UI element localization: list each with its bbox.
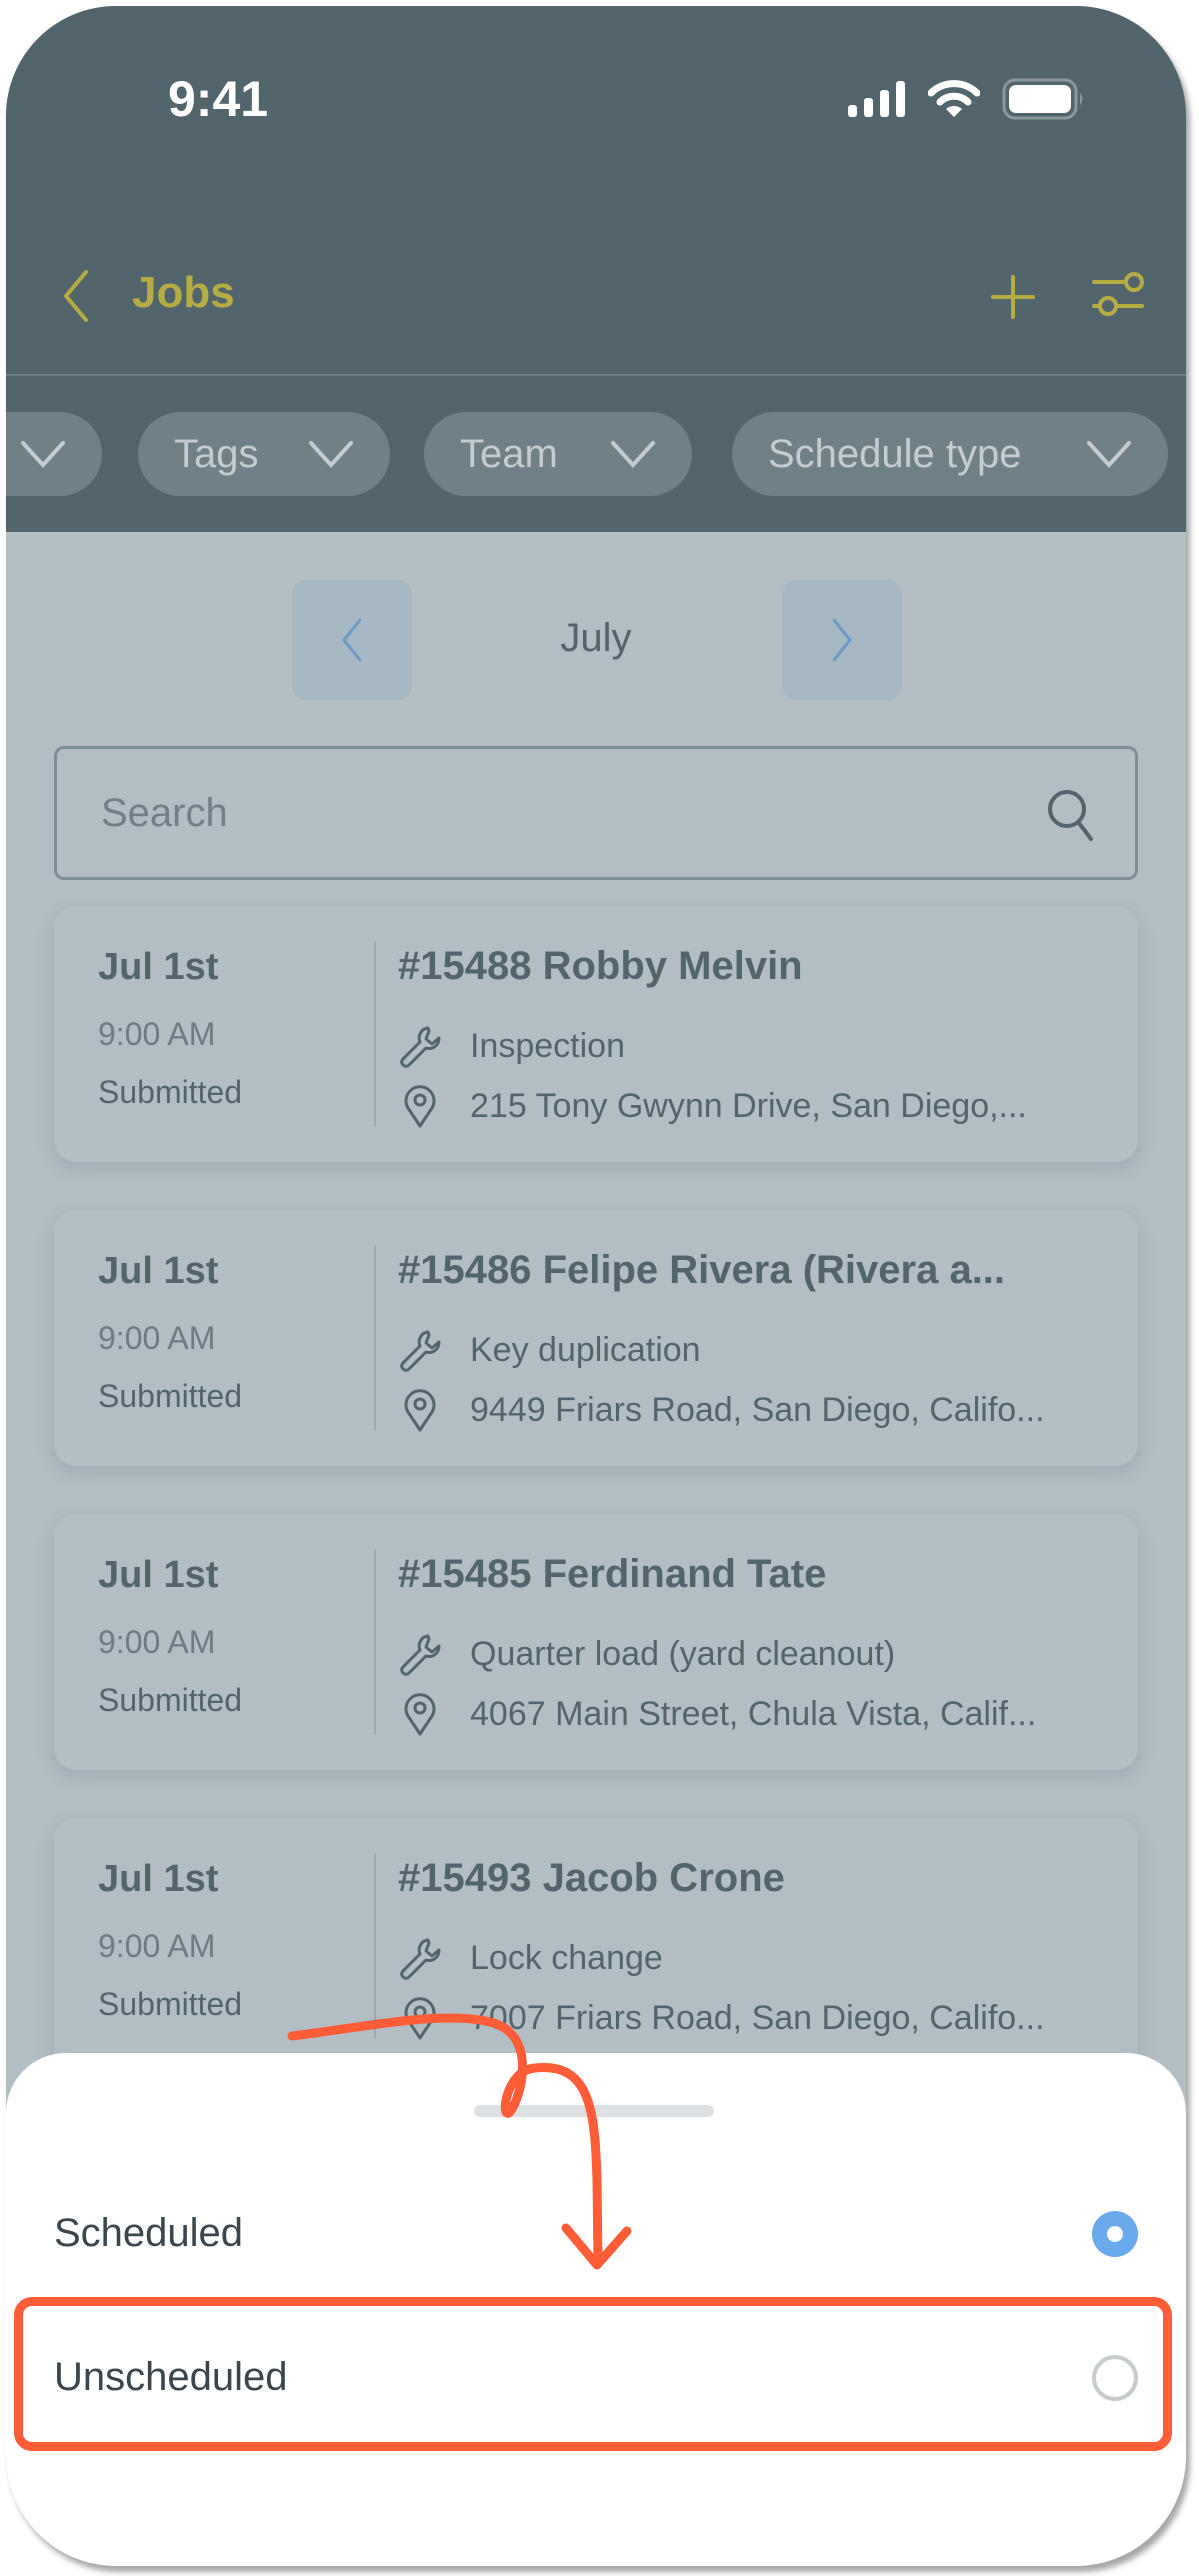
cellular-signal-icon [848,81,905,117]
job-title: #15488 Robby Melvin [398,944,803,988]
chevron-right-icon [832,618,852,662]
job-time: 9:00 AM [98,1624,216,1660]
job-address: 7007 Friars Road, San Diego, Califo... [470,1998,1045,2037]
chip-label: Team [460,431,558,476]
next-month-button[interactable] [782,580,902,700]
job-card[interactable]: Jul 1st 9:00 AM Submitted #15493 Jacob C… [54,1818,1138,2074]
chip-label: Tags [174,431,259,476]
job-card[interactable]: Jul 1st 9:00 AM Submitted #15486 Felipe … [54,1210,1138,1466]
job-service: Quarter load (yard cleanout) [470,1634,896,1673]
schedule-type-sheet: Scheduled Unscheduled [6,2053,1186,2566]
location-pin-icon [404,1693,436,1736]
chip-label: Schedule type [768,431,1022,476]
wrench-icon [400,1330,441,1372]
job-address: 9449 Friars Road, San Diego, Califo... [470,1390,1045,1429]
search-icon[interactable] [1045,787,1097,843]
wrench-icon [400,1634,441,1676]
job-date: Jul 1st [98,1554,219,1596]
nav-bar: Jobs [6,246,1186,346]
search-input[interactable] [101,749,1001,877]
sheet-drag-handle[interactable] [474,2105,714,2117]
card-divider [374,1854,376,2038]
filter-chip-tags[interactable]: Tags [138,412,390,496]
filter-chip-partial[interactable] [6,412,102,496]
battery-icon [1002,78,1083,120]
page-title: Jobs [132,268,235,317]
option-label: Unscheduled [54,2355,288,2399]
search-box [54,746,1138,880]
card-divider [374,1246,376,1430]
job-status: Submitted [98,1074,243,1110]
job-date: Jul 1st [98,1250,219,1292]
option-scheduled[interactable]: Scheduled [6,2163,1186,2303]
job-card[interactable]: Jul 1st 9:00 AM Submitted #15488 Robby M… [54,906,1138,1162]
job-time: 9:00 AM [98,1928,216,1964]
status-time: 9:41 [168,71,269,127]
job-address: 215 Tony Gwynn Drive, San Diego,... [470,1086,1027,1125]
wrench-icon [400,1938,441,1980]
card-divider [374,942,376,1126]
job-status: Submitted [98,1682,243,1718]
radio-unselected[interactable] [1092,2355,1138,2401]
location-pin-icon [404,1389,436,1432]
option-unscheduled[interactable]: Unscheduled [6,2307,1186,2447]
location-pin-icon [404,1997,436,2040]
wifi-icon [928,80,980,117]
filter-settings-button[interactable] [1090,268,1146,324]
filter-chips: Tags Team Schedule type [6,412,1186,496]
wrench-icon [400,1026,441,1068]
chevron-down-icon [1087,441,1131,468]
option-label: Scheduled [54,2211,244,2255]
header-divider [6,374,1186,376]
job-title: #15493 Jacob Crone [398,1856,785,1900]
job-date: Jul 1st [98,1858,219,1900]
job-title: #15485 Ferdinand Tate [398,1552,827,1596]
job-card[interactable]: Jul 1st 9:00 AM Submitted #15485 Ferdina… [54,1514,1138,1770]
job-time: 9:00 AM [98,1016,216,1052]
add-job-button[interactable] [990,274,1036,320]
month-navigator: July [6,580,1186,700]
filter-chip-schedule-type[interactable]: Schedule type [732,412,1168,496]
job-service: Key duplication [470,1330,701,1369]
app-header: 9:41 Jobs Tags Team Schedule type [6,6,1186,532]
chevron-down-icon [611,441,655,468]
job-time: 9:00 AM [98,1320,216,1356]
back-button[interactable] [56,268,96,324]
card-divider [374,1550,376,1734]
chevron-down-icon [21,441,65,468]
radio-selected[interactable] [1092,2211,1138,2257]
filter-chip-team[interactable]: Team [424,412,692,496]
chevron-down-icon [309,441,353,468]
month-label: July [560,616,632,660]
job-service: Inspection [470,1026,625,1065]
location-pin-icon [404,1085,436,1128]
status-icons [848,78,1086,120]
job-title: #15486 Felipe Rivera (Rivera a... [398,1248,1006,1292]
job-service: Lock change [470,1938,663,1977]
job-address: 4067 Main Street, Chula Vista, Calif... [470,1694,1037,1733]
job-status: Submitted [98,1986,243,2022]
job-status: Submitted [98,1378,243,1414]
phone-screen: 9:41 Jobs Tags Team Schedule type July S… [6,6,1186,2566]
job-date: Jul 1st [98,946,219,988]
